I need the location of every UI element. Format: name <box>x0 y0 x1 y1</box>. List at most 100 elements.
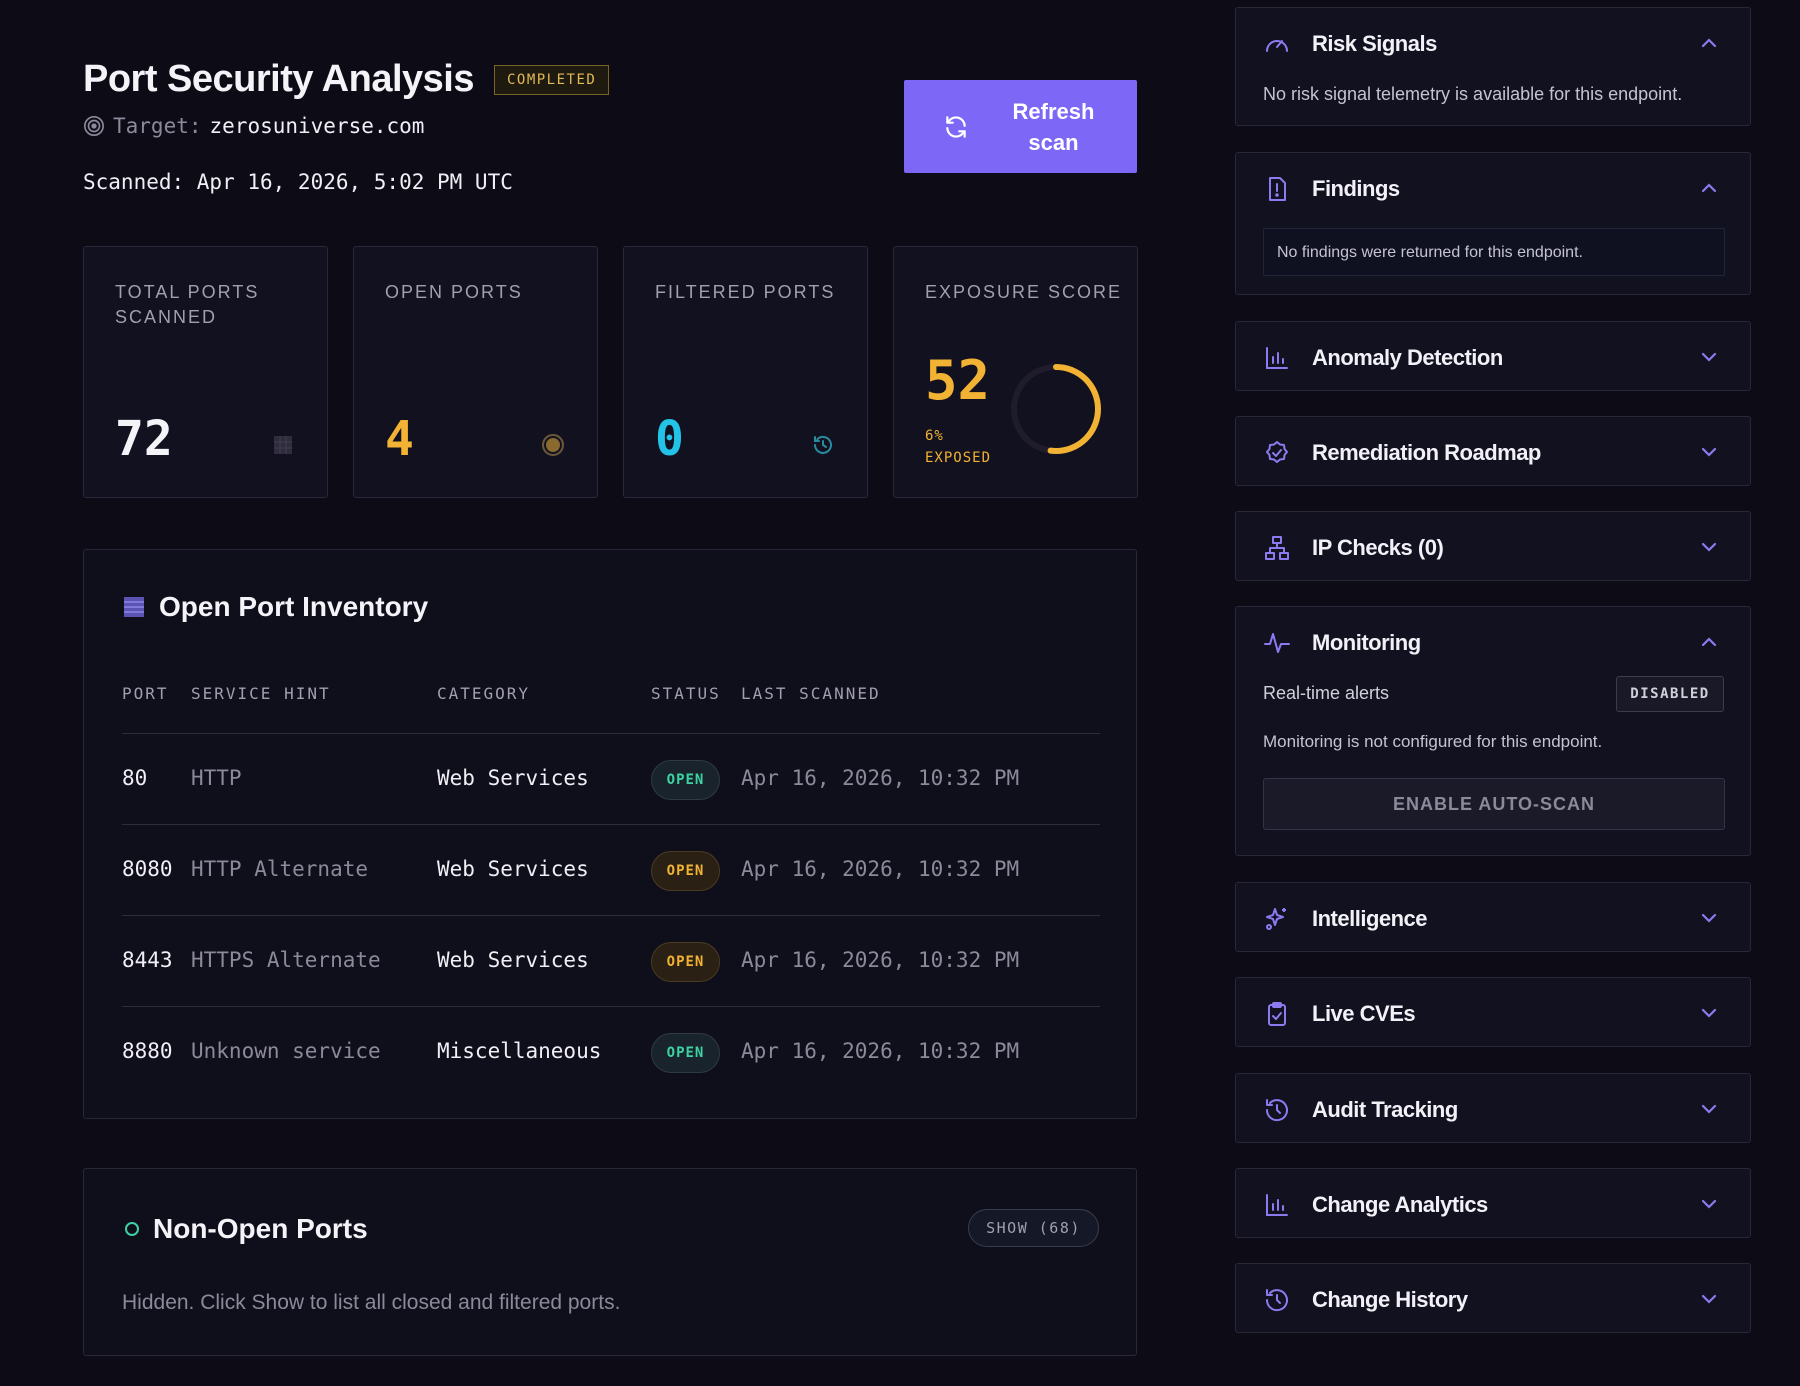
badge-check-icon <box>1266 441 1288 463</box>
last-scanned: Apr 16, 2026, 10:32 PM <box>741 857 1020 881</box>
accordion-title: Anomaly Detection <box>1312 345 1503 370</box>
chevron-down-icon <box>1701 1008 1717 1018</box>
accordion-header[interactable]: Audit Tracking <box>1236 1074 1750 1144</box>
page: Port Security Analysis COMPLETED Target:… <box>0 0 1800 1386</box>
status-pill: OPEN <box>651 760 720 800</box>
non-open-description: Hidden. Click Show to list all closed an… <box>122 1291 621 1314</box>
refresh-scan-label: Refresh scan <box>1012 98 1095 155</box>
exposure-gauge <box>1011 364 1101 454</box>
chevron-down-icon <box>1701 352 1717 362</box>
exposure-percent-label: EXPOSED <box>925 450 992 466</box>
stat-exposure-score: EXPOSURE SCORE 52 6% EXPOSED <box>893 246 1138 498</box>
accordion-title: Change History <box>1312 1287 1468 1312</box>
accordion-risk-signals: Risk Signals No risk signal telemetry is… <box>1235 7 1751 126</box>
table-row[interactable]: 8880 Unknown service Miscellaneous OPEN … <box>122 1007 1100 1098</box>
accordion-header[interactable]: Risk Signals <box>1236 8 1750 78</box>
last-scanned: Apr 16, 2026, 10:32 PM <box>741 948 1020 972</box>
chevron-up-icon <box>1701 183 1717 193</box>
column-header-last-scanned: LAST SCANNED <box>741 684 881 703</box>
chevron-down-icon <box>1701 913 1717 923</box>
last-scanned: Apr 16, 2026, 10:32 PM <box>741 1039 1020 1063</box>
risk-signals-text: No risk signal telemetry is available fo… <box>1263 84 1683 104</box>
accordion-live-cves: Live CVEs <box>1235 977 1751 1047</box>
stat-label: TOTAL PORTS SCANNED <box>115 282 260 327</box>
accordion-title: Live CVEs <box>1312 1001 1416 1026</box>
status-pill: OPEN <box>651 942 720 982</box>
inventory-title: Open Port Inventory <box>159 591 429 622</box>
table-header: PORT SERVICE HINT CATEGORY STATUS LAST S… <box>122 672 1100 734</box>
column-header-port: PORT <box>122 684 169 703</box>
exposure-percent: 6% EXPOSED <box>925 425 991 469</box>
alert-document-icon <box>1269 177 1286 201</box>
stat-filtered-ports: FILTERED PORTS 0 <box>623 246 868 498</box>
non-open-title-row: Non-Open Ports <box>124 1213 368 1245</box>
stat-label: OPEN PORTS <box>385 282 523 302</box>
network-icon <box>1265 536 1289 560</box>
accordion-header[interactable]: Intelligence <box>1236 883 1750 953</box>
target-value: zerosuniverse.com <box>209 114 425 138</box>
table-row[interactable]: 8443 HTTPS Alternate Web Services OPEN A… <box>122 916 1100 1007</box>
accordion-change-history: Change History <box>1235 1263 1751 1333</box>
clipboard-check-icon <box>1268 1002 1286 1026</box>
accordion-header[interactable]: Monitoring <box>1236 607 1750 677</box>
grid-icon <box>274 436 292 454</box>
realtime-alerts-label: Real-time alerts <box>1263 683 1390 703</box>
column-header-category: CATEGORY <box>437 684 531 703</box>
target-dot-icon <box>542 434 564 456</box>
service-hint: HTTPS Alternate <box>191 948 381 972</box>
column-header-service-hint: SERVICE HINT <box>191 684 331 703</box>
stat-value: 72 <box>115 411 173 467</box>
category: Miscellaneous <box>437 1039 602 1063</box>
service-hint: HTTP Alternate <box>191 857 369 881</box>
port-number: 8080 <box>122 857 173 881</box>
accordion-header[interactable]: Live CVEs <box>1236 978 1750 1048</box>
accordion-title: Monitoring <box>1312 630 1421 655</box>
non-open-title: Non-Open Ports <box>153 1213 368 1244</box>
status-pill: OPEN <box>651 851 720 891</box>
chevron-down-icon <box>1701 1294 1717 1304</box>
chevron-down-icon <box>1701 1104 1717 1114</box>
accordion-title: Remediation Roadmap <box>1312 440 1541 465</box>
target-row: Target: zerosuniverse.com <box>83 114 424 138</box>
gauge-icon <box>1266 40 1288 52</box>
list-icon <box>124 597 144 617</box>
accordion-header[interactable]: Remediation Roadmap <box>1236 417 1750 487</box>
title-row: Port Security Analysis COMPLETED <box>83 58 610 101</box>
exposure-score-value: 52 <box>925 349 991 412</box>
stats-row: TOTAL PORTS SCANNED 72 OPEN PORTS 4 FILT… <box>83 246 1138 498</box>
chevron-down-icon <box>1701 447 1717 457</box>
port-number: 80 <box>122 766 148 790</box>
last-scanned: Apr 16, 2026, 10:32 PM <box>741 766 1020 790</box>
chevron-up-icon <box>1701 38 1717 48</box>
show-non-open-button[interactable]: SHOW (68) <box>968 1209 1099 1247</box>
activity-icon <box>1264 633 1290 653</box>
accordion-header[interactable]: Findings <box>1236 153 1750 223</box>
refresh-scan-button[interactable]: Refresh scan <box>904 80 1137 173</box>
table-row[interactable]: 8080 HTTP Alternate Web Services OPEN Ap… <box>122 825 1100 916</box>
accordion-ip-checks: IP Checks (0) <box>1235 511 1751 581</box>
category: Web Services <box>437 766 589 790</box>
category: Web Services <box>437 948 589 972</box>
bar-chart-icon <box>1266 347 1288 369</box>
accordion-header[interactable]: IP Checks (0) <box>1236 512 1750 582</box>
status-badge: COMPLETED <box>493 64 610 95</box>
non-open-ports-panel: Non-Open Ports SHOW (68) Hidden. Click S… <box>83 1168 1137 1356</box>
accordion-header[interactable]: Change History <box>1236 1264 1750 1334</box>
history-icon <box>1265 1289 1288 1312</box>
table-row[interactable]: 80 HTTP Web Services OPEN Apr 16, 2026, … <box>122 734 1100 825</box>
column-header-status: STATUS <box>651 684 721 703</box>
accordion-title: Change Analytics <box>1312 1192 1488 1217</box>
accordion-title: IP Checks (0) <box>1312 535 1444 560</box>
accordion-header[interactable]: Change Analytics <box>1236 1169 1750 1239</box>
service-hint: HTTP <box>191 766 242 790</box>
bar-chart-icon <box>1266 1194 1288 1216</box>
findings-message: No findings were returned for this endpo… <box>1263 228 1725 276</box>
open-port-inventory-panel: Open Port Inventory PORT SERVICE HINT CA… <box>83 549 1137 1119</box>
accordion-remediation-roadmap: Remediation Roadmap <box>1235 416 1751 486</box>
accordion-header[interactable]: Anomaly Detection <box>1236 322 1750 392</box>
chevron-down-icon <box>1701 542 1717 552</box>
port-table: PORT SERVICE HINT CATEGORY STATUS LAST S… <box>122 672 1100 1098</box>
chevron-up-icon <box>1701 637 1717 647</box>
refresh-icon <box>945 115 966 138</box>
enable-auto-scan-button[interactable]: ENABLE AUTO-SCAN <box>1263 778 1725 830</box>
